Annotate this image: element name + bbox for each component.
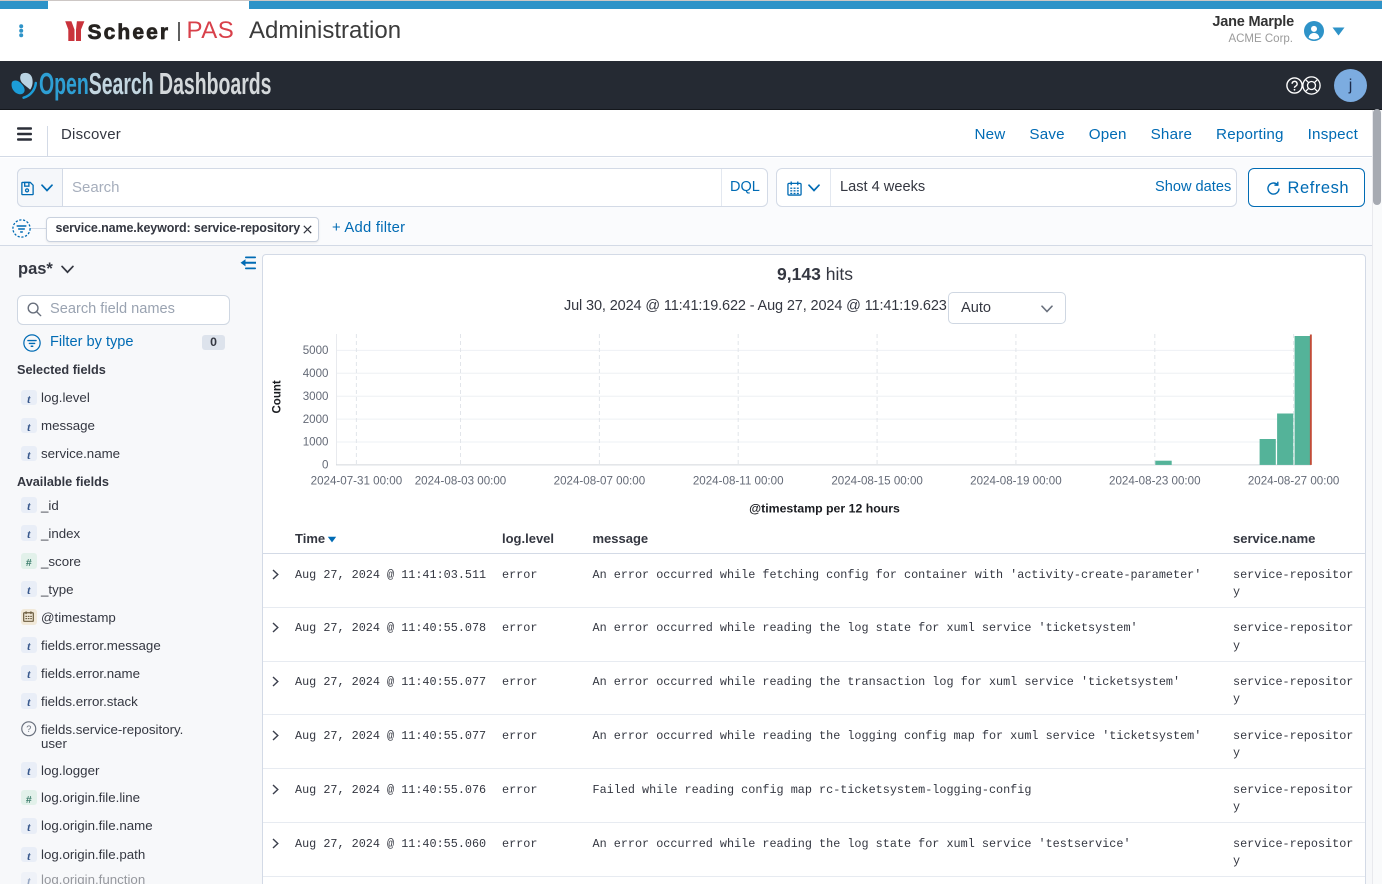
svg-text:Count: Count <box>272 380 284 413</box>
svg-text:2024-08-15 00:00: 2024-08-15 00:00 <box>831 475 923 488</box>
svg-text:2024-08-19 00:00: 2024-08-19 00:00 <box>970 475 1062 488</box>
svg-text:2024-08-27 00:00: 2024-08-27 00:00 <box>1248 475 1340 488</box>
svg-text:4000: 4000 <box>303 367 329 380</box>
svg-text:3000: 3000 <box>303 390 329 403</box>
svg-text:5000: 5000 <box>303 344 329 357</box>
svg-text:2024-08-07 00:00: 2024-08-07 00:00 <box>554 475 646 488</box>
svg-text:2024-08-03 00:00: 2024-08-03 00:00 <box>415 475 507 488</box>
svg-text:2000: 2000 <box>303 413 329 426</box>
svg-text:2024-08-23 00:00: 2024-08-23 00:00 <box>1109 475 1201 488</box>
svg-text:@timestamp per 12 hours: @timestamp per 12 hours <box>749 502 900 516</box>
svg-text:0: 0 <box>322 459 328 472</box>
svg-text:2024-07-31 00:00: 2024-07-31 00:00 <box>311 475 403 488</box>
svg-text:1000: 1000 <box>303 436 329 449</box>
svg-text:2024-08-11 00:00: 2024-08-11 00:00 <box>693 475 784 488</box>
svg-text:?: ? <box>26 724 31 734</box>
